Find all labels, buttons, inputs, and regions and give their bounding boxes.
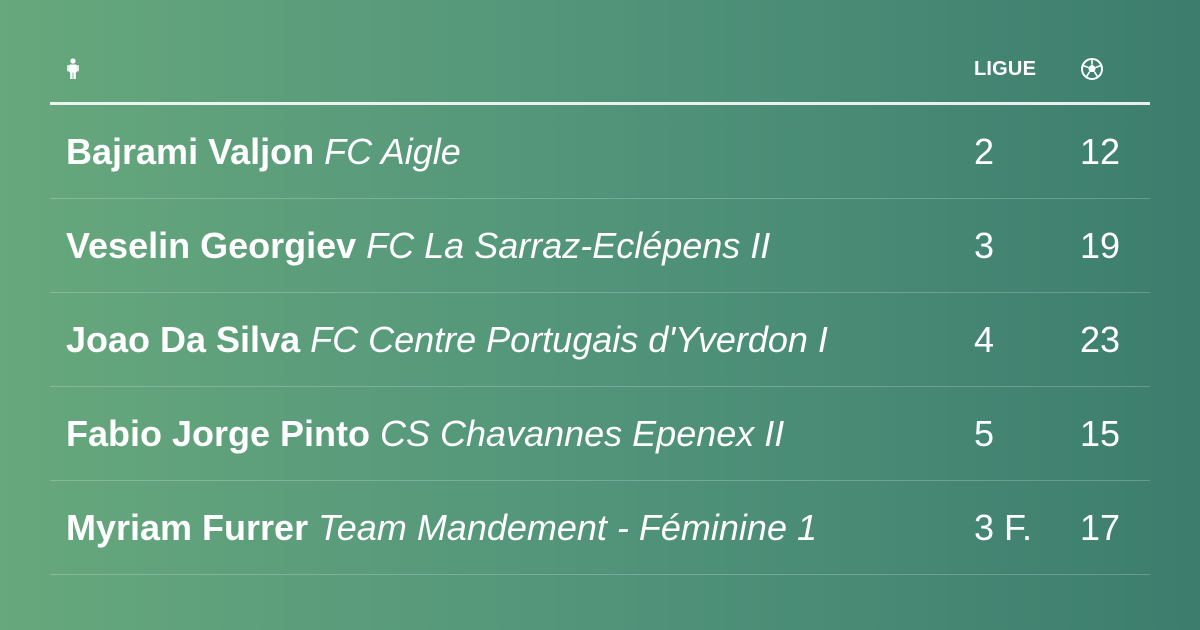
league-column-header: LIGUE: [974, 57, 1037, 80]
player-cell: Joao Da Silva FC Centre Portugais d'Yver…: [66, 293, 946, 386]
person-icon: [66, 58, 80, 80]
player-cell: Bajrami Valjon FC Aigle: [66, 105, 946, 198]
club-name: FC Centre Portugais d'Yverdon I: [310, 318, 828, 360]
table-row: Joao Da Silva FC Centre Portugais d'Yver…: [50, 293, 1150, 387]
goals-value: 12: [1080, 130, 1121, 172]
goals-value: 19: [1080, 224, 1121, 266]
goals-value: 23: [1080, 318, 1121, 360]
scorers-table: LIGUE Bajrami Valjon FC Aigle 2 12 Vesel…: [50, 50, 1150, 575]
player-column-header: [66, 50, 86, 88]
league-value: 3 F.: [974, 506, 1033, 548]
player-name: Joao Da Silva: [66, 318, 301, 360]
goals-value: 17: [1080, 506, 1121, 548]
table-row: Fabio Jorge Pinto CS Chavannes Epenex II…: [50, 387, 1150, 481]
goals-column-header: [1080, 50, 1108, 88]
table-row: Bajrami Valjon FC Aigle 2 12: [50, 105, 1150, 199]
table-row: Myriam Furrer Team Mandement - Féminine …: [50, 481, 1150, 575]
league-value: 4: [974, 318, 995, 360]
club-name: CS Chavannes Epenex II: [380, 412, 785, 454]
league-value: 5: [974, 412, 995, 454]
player-name: Myriam Furrer: [66, 506, 309, 548]
league-value: 3: [974, 224, 995, 266]
player-name: Veselin Georgiev: [66, 224, 357, 266]
league-value: 2: [974, 130, 995, 172]
player-name: Fabio Jorge Pinto: [66, 412, 371, 454]
table-header: LIGUE: [50, 50, 1150, 105]
soccer-ball-icon: [1080, 57, 1104, 81]
club-name: FC Aigle: [324, 130, 461, 172]
player-cell: Myriam Furrer Team Mandement - Féminine …: [66, 481, 946, 574]
goals-value: 15: [1080, 412, 1121, 454]
player-cell: Fabio Jorge Pinto CS Chavannes Epenex II: [66, 387, 946, 480]
player-name: Bajrami Valjon: [66, 130, 315, 172]
club-name: FC La Sarraz-Eclépens II: [366, 224, 771, 266]
player-cell: Veselin Georgiev FC La Sarraz-Eclépens I…: [66, 199, 946, 292]
club-name: Team Mandement - Féminine 1: [318, 506, 817, 548]
table-row: Veselin Georgiev FC La Sarraz-Eclépens I…: [50, 199, 1150, 293]
